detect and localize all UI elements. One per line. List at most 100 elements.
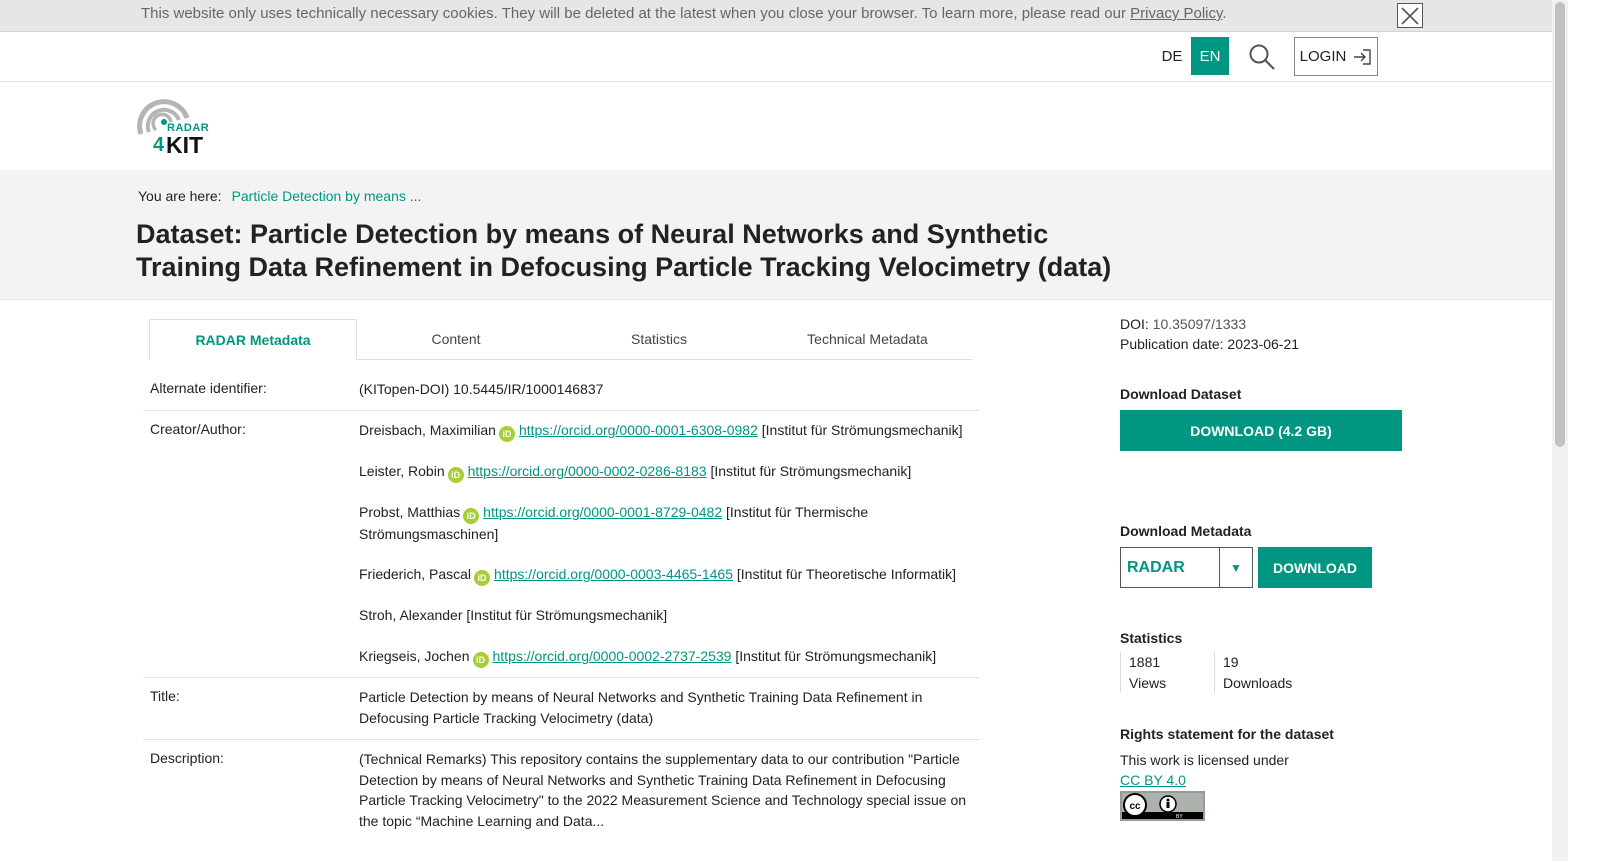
row-description: Description: (Technical Remarks) This re… xyxy=(143,740,979,861)
license-link[interactable]: CC BY 4.0 xyxy=(1120,772,1186,788)
logo-kit-text: KIT xyxy=(166,132,204,158)
publication-date-value: 2023-06-21 xyxy=(1227,336,1300,352)
breadcrumb-ellipsis: ... xyxy=(409,188,422,204)
alternate-identifier-value: (KITopen-DOI) 10.5445/IR/1000146837 xyxy=(359,381,604,397)
creator-entry: Kriegseis, Jochen iD https://orcid.org/000… xyxy=(359,646,969,668)
orcid-icon: iD xyxy=(498,426,515,442)
download-metadata-button[interactable]: DOWNLOAD xyxy=(1258,547,1372,588)
creator-name: Stroh, Alexander xyxy=(359,607,463,623)
doi-value: 10.35097/1333 xyxy=(1152,316,1247,332)
language-en-button[interactable]: EN xyxy=(1191,37,1229,75)
svg-text:cc: cc xyxy=(1129,801,1141,812)
row-title: Title: Particle Detection by means of Ne… xyxy=(143,678,979,740)
creator-list: Dreisbach, Maximilian iD https://orcid.org… xyxy=(359,420,969,670)
page-scrollbar[interactable] xyxy=(1552,0,1568,861)
creator-name: Dreisbach, Maximilian xyxy=(359,422,496,438)
orcid-link[interactable]: https://orcid.org/0000-0001-8729-0482 xyxy=(483,504,722,520)
views-label: Views xyxy=(1129,674,1167,691)
tab-content[interactable]: Content xyxy=(357,319,555,359)
cookie-close-button[interactable] xyxy=(1397,3,1423,28)
cookie-banner: This website only uses technically neces… xyxy=(0,0,1552,32)
creator-affiliation: [Institut für Strömungsmechanik] xyxy=(466,607,668,623)
cc-by-icon: cc BY xyxy=(1122,793,1203,819)
views-count: 1881 xyxy=(1129,654,1161,670)
login-button[interactable]: LOGIN xyxy=(1294,37,1378,76)
creator-name: Leister, Robin xyxy=(359,463,445,479)
tab-technical-metadata[interactable]: Technical Metadata xyxy=(763,319,972,359)
statistics-summary: 1881 Views 19 Downloads xyxy=(1120,652,1320,694)
page-title: Dataset: Particle Detection by means of … xyxy=(136,219,1112,282)
description-value: (Technical Remarks) This repository cont… xyxy=(359,751,967,829)
orcid-icon: iD xyxy=(447,467,464,483)
title-label: Title: xyxy=(150,688,180,704)
row-alternate-identifier: Alternate identifier: (KITopen-DOI) 10.5… xyxy=(143,370,979,411)
creator-entry: Friederich, Pascal iD https://orcid.org/00… xyxy=(359,564,969,586)
top-navigation: DE EN LOGIN xyxy=(0,32,1552,82)
language-de-button[interactable]: DE xyxy=(1153,37,1191,75)
description-label: Description: xyxy=(150,750,224,766)
creator-entry: Dreisbach, Maximilian iD https://orcid.org… xyxy=(359,420,969,442)
creator-affiliation: [Institut für Strömungsmechanik] xyxy=(761,422,963,438)
title-value: Particle Detection by means of Neural Ne… xyxy=(359,689,923,726)
dropdown-arrow-icon: ▼ xyxy=(1219,548,1252,587)
search-icon xyxy=(1249,44,1275,70)
creator-name: Friederich, Pascal xyxy=(359,566,472,582)
creator-entry: Leister, Robin iD https://orcid.org/0000-0… xyxy=(359,461,969,483)
cookie-suffix: . xyxy=(1222,5,1227,22)
cc-by-badge-icon[interactable]: cc BY xyxy=(1120,791,1205,821)
cookie-text: This website only uses technically neces… xyxy=(141,5,1131,22)
search-button[interactable] xyxy=(1247,42,1277,72)
breadcrumb: You are here: Particle Detection by means… xyxy=(138,188,421,204)
doi-line: DOI: 10.35097/1333 xyxy=(1120,314,1246,334)
creator-affiliation: [Institut für Strömungsmechanik] xyxy=(710,463,912,479)
login-icon xyxy=(1354,48,1372,65)
metadata-format-select[interactable]: RADAR ▼ xyxy=(1120,547,1253,588)
privacy-policy-link[interactable]: Privacy Policy xyxy=(1130,5,1222,22)
creator-label: Creator/Author: xyxy=(150,421,246,437)
tab-statistics[interactable]: Statistics xyxy=(555,319,763,359)
svg-text:BY: BY xyxy=(1176,814,1183,819)
download-dataset-heading: Download Dataset xyxy=(1120,386,1242,402)
downloads-label: Downloads xyxy=(1223,674,1293,691)
orcid-icon: iD xyxy=(463,508,480,524)
metadata-tabs: RADAR Metadata Content Statistics Techni… xyxy=(149,319,972,360)
download-metadata-heading: Download Metadata xyxy=(1120,523,1252,539)
orcid-link[interactable]: https://orcid.org/0000-0003-4465-1465 xyxy=(494,566,733,582)
breadcrumb-prefix: You are here: xyxy=(138,188,222,204)
downloads-count: 19 xyxy=(1223,654,1239,670)
rights-heading: Rights statement for the dataset xyxy=(1120,726,1334,742)
publication-date-label: Publication date: xyxy=(1120,336,1224,352)
cookie-message: This website only uses technically neces… xyxy=(141,5,1227,22)
close-icon xyxy=(1401,6,1419,25)
orcid-icon: iD xyxy=(472,652,489,668)
creator-entry: Stroh, Alexander [Institut für Strömungs… xyxy=(359,605,969,626)
title-section: You are here: Particle Detection by means… xyxy=(0,170,1552,300)
doi-label: DOI: xyxy=(1120,316,1149,332)
creator-affiliation: [Institut für Strömungsmechanik] xyxy=(735,648,937,664)
breadcrumb-current-link[interactable]: Particle Detection by means xyxy=(232,188,406,204)
orcid-link[interactable]: https://orcid.org/0000-0002-2737-2539 xyxy=(493,648,732,664)
creator-name: Kriegseis, Jochen xyxy=(359,648,470,664)
alternate-identifier-label: Alternate identifier: xyxy=(150,380,267,396)
statistics-heading: Statistics xyxy=(1120,630,1183,646)
row-creator-author: Creator/Author: Dreisbach, Maximilian iD h… xyxy=(143,411,979,678)
orcid-link[interactable]: https://orcid.org/0000-0002-0286-8183 xyxy=(468,463,707,479)
metadata-format-value: RADAR xyxy=(1127,558,1185,576)
scrollbar-thumb[interactable] xyxy=(1555,2,1565,447)
creator-name: Probst, Matthias xyxy=(359,504,461,520)
header-logo-area: RADAR 4 KIT xyxy=(0,82,1552,170)
radar4kit-logo[interactable]: RADAR 4 KIT xyxy=(137,96,217,158)
orcid-icon: iD xyxy=(474,570,491,586)
views-stat: 1881 Views xyxy=(1120,652,1214,693)
license-line: CC BY 4.0 xyxy=(1120,770,1186,790)
license-text: This work is licensed under xyxy=(1120,752,1289,768)
creator-affiliation: [Institut für Theoretische Informatik] xyxy=(736,566,957,582)
login-label: LOGIN xyxy=(1299,48,1347,65)
publication-date-line: Publication date: 2023-06-21 xyxy=(1120,334,1299,354)
tab-radar-metadata[interactable]: RADAR Metadata xyxy=(149,319,357,360)
creator-entry: Probst, Matthias iD https://orcid.org/0000… xyxy=(359,502,969,545)
downloads-stat: 19 Downloads xyxy=(1214,652,1320,693)
logo-4-text: 4 xyxy=(153,134,165,156)
orcid-link[interactable]: https://orcid.org/0000-0001-6308-0982 xyxy=(519,422,758,438)
download-dataset-button[interactable]: DOWNLOAD (4.2 GB) xyxy=(1120,410,1402,451)
